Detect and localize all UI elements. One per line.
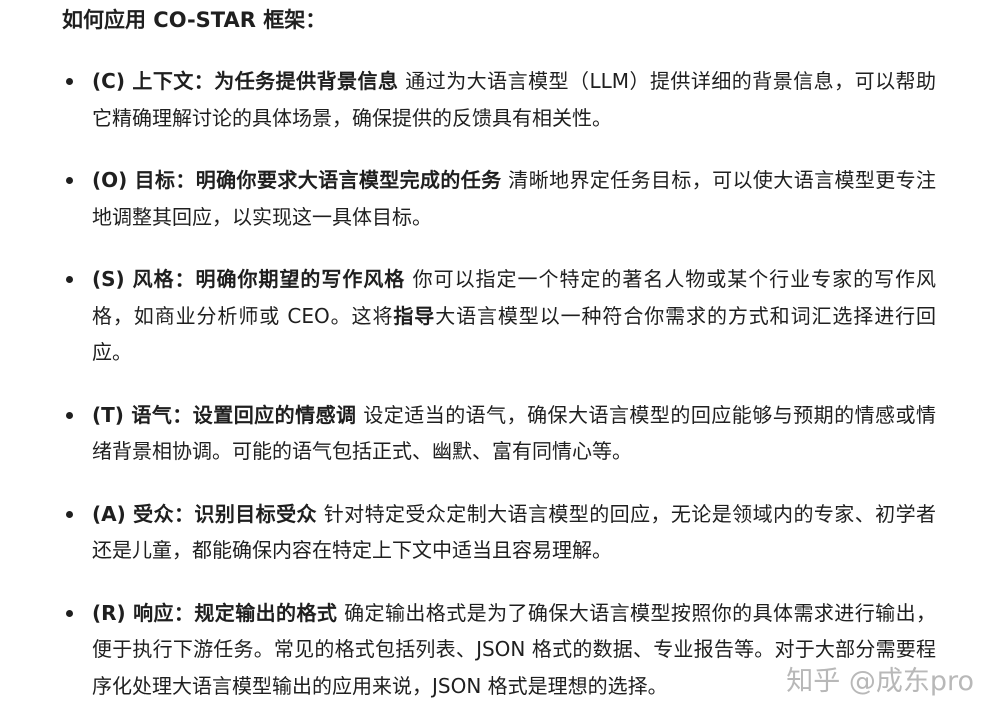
item-label: (A) 受众：识别目标受众 (92, 501, 317, 526)
bullet-dot (66, 177, 73, 184)
list-item-audience: (A) 受众：识别目标受众 针对特定受众定制大语言模型的回应，无论是领域内的专家… (66, 496, 936, 569)
item-label: (C) 上下文：为任务提供背景信息 (92, 69, 399, 93)
item-label: (T) 语气：设置回应的情感调 (92, 402, 357, 427)
bullet-dot (66, 78, 73, 85)
bullet-dot (66, 276, 73, 283)
item-label: (S) 风格：明确你期望的写作风格 (92, 267, 406, 291)
section-heading: 如何应用 CO-STAR 框架： (62, 8, 327, 32)
item-text-emphasis: 指导 (393, 303, 436, 328)
list-item-tone: (T) 语气：设置回应的情感调 设定适当的语气，确保大语言模型的回应能够与预期的… (66, 397, 936, 470)
item-label: (O) 目标：明确你要求大语言模型完成的任务 (92, 168, 502, 192)
item-label: (R) 响应：规定输出的格式 (92, 600, 338, 625)
bullet-dot (66, 510, 73, 518)
list-item-objective: (O) 目标：明确你要求大语言模型完成的任务 清晰地界定任务目标，可以使大语言模… (66, 162, 936, 235)
bullet-dot (66, 609, 73, 617)
watermark: 知乎 @成东pro (786, 666, 974, 697)
list-item-context: (C) 上下文：为任务提供背景信息 通过为大语言模型（LLM）提供详细的背景信息… (66, 63, 936, 136)
bullet-dot (66, 411, 73, 419)
costar-list: (C) 上下文：为任务提供背景信息 通过为大语言模型（LLM）提供详细的背景信息… (66, 63, 936, 726)
list-item-style: (S) 风格：明确你期望的写作风格 你可以指定一个特定的著名人物或某个行业专家的… (66, 261, 936, 371)
